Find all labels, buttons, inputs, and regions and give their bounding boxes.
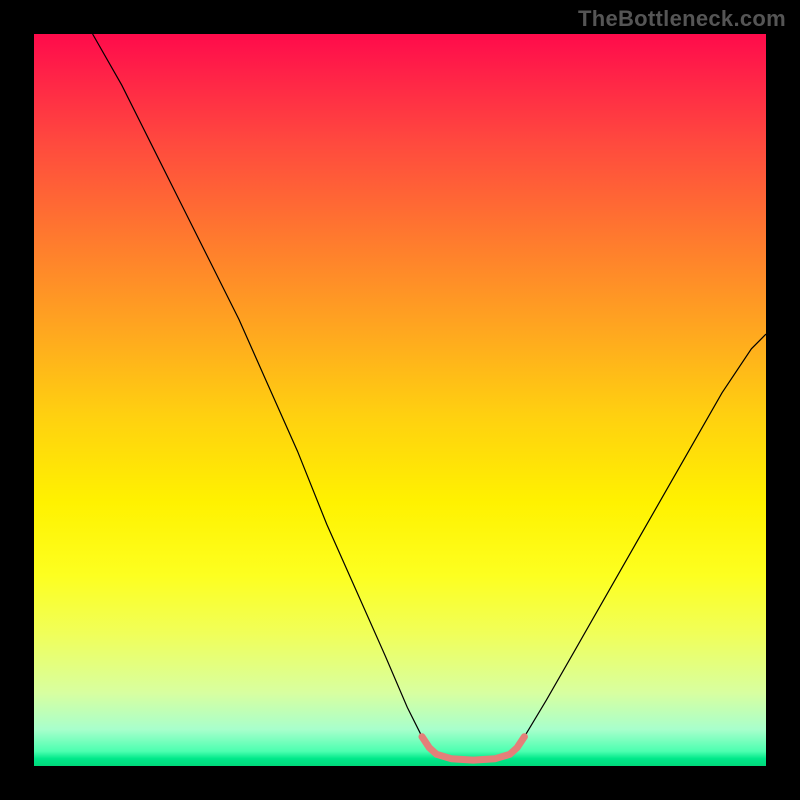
plot-frame: [34, 34, 766, 766]
chart-stage: TheBottleneck.com: [0, 0, 800, 800]
left-arm-curve: [93, 34, 422, 737]
right-arm-curve: [524, 334, 766, 737]
curve-layer: [34, 34, 766, 766]
valley-marker-curve: [422, 737, 524, 760]
watermark-text: TheBottleneck.com: [578, 6, 786, 32]
